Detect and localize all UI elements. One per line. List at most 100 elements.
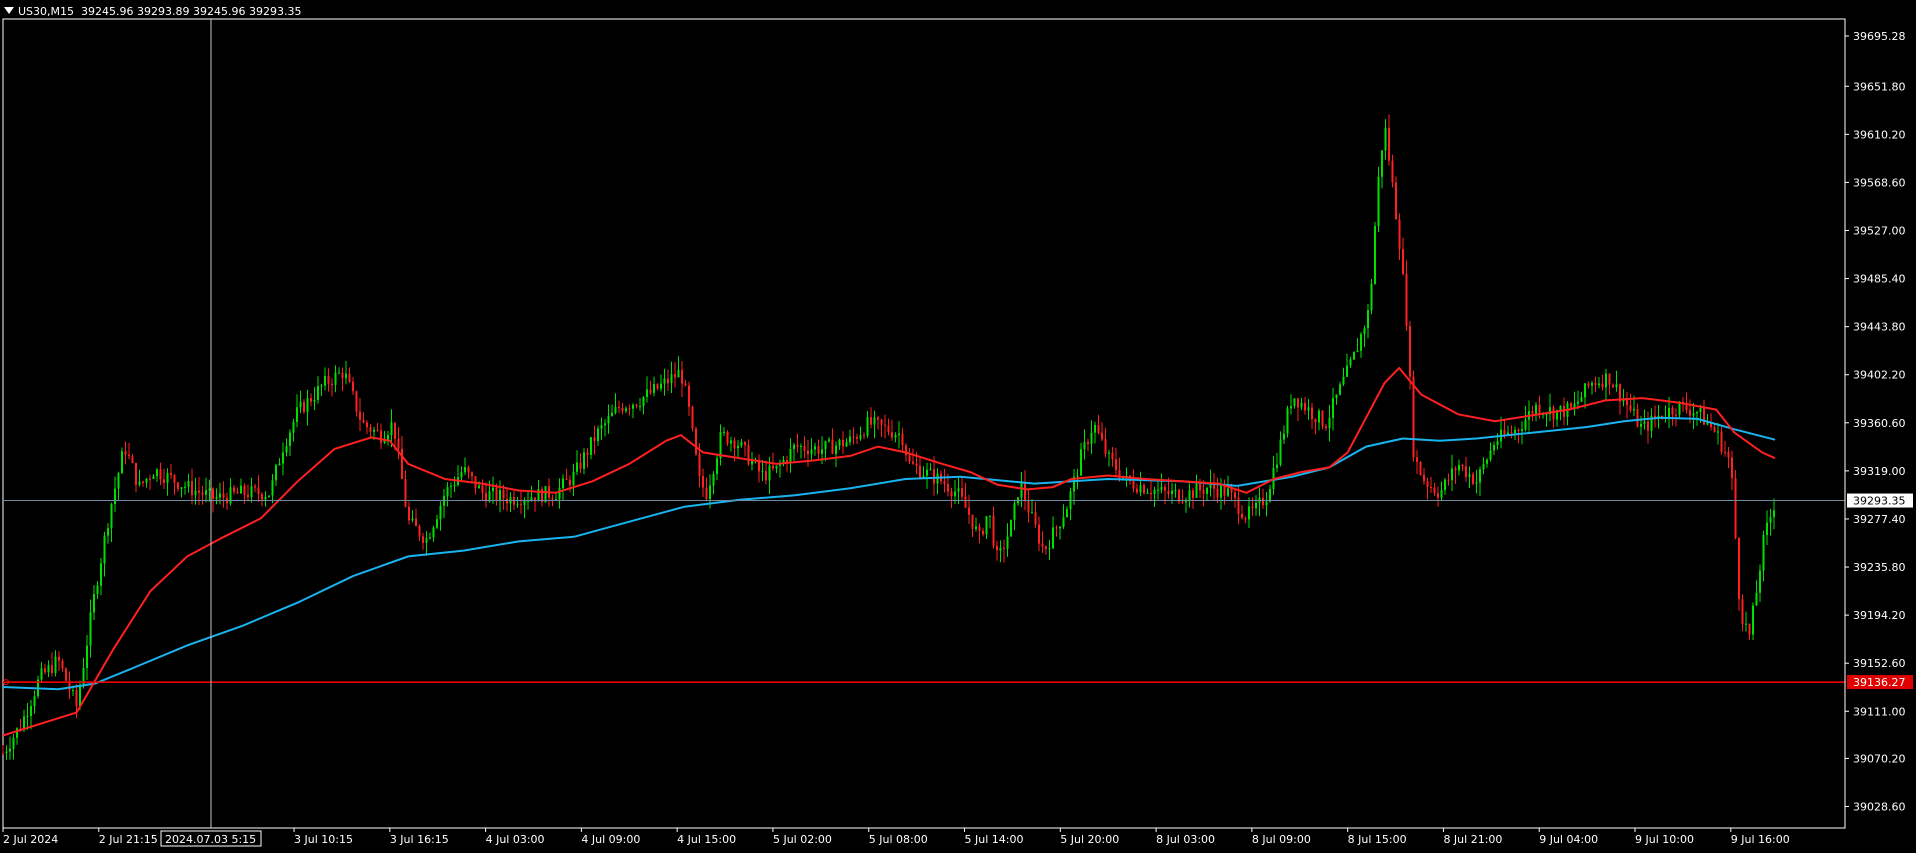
candle-body bbox=[1020, 482, 1023, 498]
candle-body bbox=[1552, 407, 1555, 420]
candle-body bbox=[250, 486, 253, 498]
candle-body bbox=[303, 401, 305, 413]
candle-body bbox=[821, 449, 823, 454]
candle-body bbox=[565, 478, 568, 480]
candle-body bbox=[1430, 486, 1432, 488]
candle-body bbox=[138, 481, 141, 485]
candle-body bbox=[191, 481, 193, 496]
candle-body bbox=[632, 404, 634, 409]
candle-body bbox=[492, 487, 494, 492]
candle-body bbox=[1759, 570, 1761, 593]
candle-body bbox=[149, 478, 151, 480]
candle-body bbox=[807, 450, 809, 455]
candle-body bbox=[1447, 479, 1450, 481]
candle-body bbox=[635, 404, 638, 407]
candle-body bbox=[1461, 464, 1464, 467]
candle-body bbox=[1395, 182, 1397, 220]
candle-body bbox=[863, 435, 865, 437]
candle-body bbox=[163, 479, 165, 483]
candle-body bbox=[173, 475, 176, 483]
candle-body bbox=[621, 407, 624, 412]
candle-body bbox=[1136, 488, 1138, 493]
candle-body bbox=[730, 440, 732, 444]
candle-body bbox=[985, 516, 988, 535]
candle-body bbox=[1563, 406, 1565, 417]
candle-body bbox=[656, 384, 659, 389]
candle-body bbox=[341, 372, 344, 379]
candle-body bbox=[1577, 401, 1579, 404]
candle-body bbox=[268, 495, 270, 497]
candle-body bbox=[1090, 432, 1093, 444]
candle-body bbox=[1486, 459, 1488, 464]
chart-window[interactable]: US30,M15 39245.96 39293.89 39245.96 3929… bbox=[0, 0, 1916, 850]
candle-body bbox=[79, 686, 81, 707]
candle-body bbox=[1101, 432, 1103, 440]
candle-body bbox=[1279, 439, 1282, 465]
candle-body bbox=[1248, 506, 1250, 520]
candle-body bbox=[597, 428, 599, 442]
candle-body bbox=[1167, 490, 1170, 494]
price-chart[interactable]: 39695.28 39651.80 39610.20 39568.60 39527.00… bbox=[0, 0, 1916, 850]
candle-body bbox=[464, 467, 466, 473]
candle-body bbox=[1636, 409, 1639, 427]
candle-body bbox=[352, 381, 354, 392]
candle-body bbox=[72, 690, 74, 692]
candle-body bbox=[705, 487, 708, 500]
candle-body bbox=[1535, 404, 1537, 414]
candle-body bbox=[401, 448, 403, 480]
candle-body bbox=[733, 440, 736, 449]
candle-body bbox=[1171, 490, 1173, 494]
candle-body bbox=[1388, 127, 1390, 161]
candle-body bbox=[716, 458, 718, 475]
candle-body bbox=[614, 407, 617, 413]
candle-body bbox=[611, 412, 613, 417]
candle-body bbox=[404, 479, 407, 507]
candle-body bbox=[1692, 413, 1695, 416]
candle-body bbox=[929, 469, 932, 471]
level-price-label: 39136.27 bbox=[1853, 676, 1906, 689]
current-price-label: 39293.35 bbox=[1853, 495, 1906, 508]
candle-body bbox=[1559, 406, 1562, 411]
candles-layer bbox=[2, 114, 1775, 761]
candle-body bbox=[254, 486, 256, 488]
dropdown-triangle-icon[interactable] bbox=[4, 7, 14, 14]
time-tick-label: 5 Jul 14:00 bbox=[965, 833, 1024, 846]
candle-body bbox=[107, 528, 109, 536]
candle-body bbox=[1199, 483, 1201, 491]
time-tick-label: 4 Jul 15:00 bbox=[677, 833, 736, 846]
candle-body bbox=[1335, 394, 1338, 399]
candle-body bbox=[1321, 410, 1324, 427]
candle-body bbox=[866, 417, 869, 436]
candle-body bbox=[1573, 403, 1576, 408]
candle-body bbox=[338, 372, 340, 374]
candle-body bbox=[373, 429, 375, 432]
candle-body bbox=[1423, 474, 1425, 482]
candle-body bbox=[180, 487, 183, 490]
candle-body bbox=[446, 487, 449, 497]
candle-body bbox=[1146, 492, 1149, 494]
candle-body bbox=[145, 478, 148, 483]
candle-body bbox=[1342, 376, 1345, 385]
candle-body bbox=[481, 485, 484, 494]
candle-body bbox=[775, 465, 778, 469]
candle-body bbox=[110, 503, 113, 529]
candle-body bbox=[1132, 480, 1135, 489]
candle-body bbox=[194, 490, 197, 496]
candle-body bbox=[1741, 599, 1744, 624]
candle-body bbox=[271, 480, 274, 496]
candle-body bbox=[1111, 452, 1114, 460]
candle-body bbox=[1234, 492, 1236, 498]
candle-body bbox=[803, 446, 806, 451]
candle-body bbox=[712, 474, 715, 486]
candle-body bbox=[1591, 382, 1593, 386]
candle-body bbox=[789, 448, 792, 463]
candle-body bbox=[1290, 406, 1292, 409]
candle-body bbox=[695, 428, 697, 455]
candle-body bbox=[691, 406, 694, 429]
candle-body bbox=[894, 434, 897, 438]
candle-body bbox=[184, 486, 186, 488]
candle-body bbox=[1143, 485, 1145, 494]
candle-body bbox=[744, 442, 746, 446]
candle-body bbox=[1699, 407, 1702, 413]
candle-body bbox=[65, 668, 67, 681]
